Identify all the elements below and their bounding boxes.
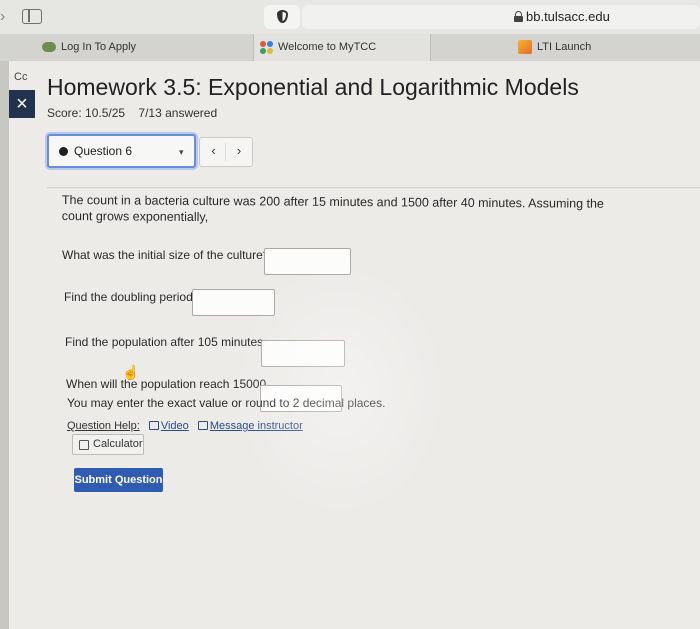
course-label-fragment: Cc xyxy=(14,71,28,83)
tab-log-in-to-apply[interactable]: Log In To Apply xyxy=(40,34,250,61)
mail-icon xyxy=(197,421,208,430)
browser-toolbar: › bb.tulsacc.edu xyxy=(0,0,700,34)
privacy-shield-button[interactable] xyxy=(264,5,300,29)
question-reach-15000: When will the population reach 15000. xyxy=(66,377,270,391)
left-edge-strip xyxy=(0,61,9,629)
tab-label: Log In To Apply xyxy=(61,41,137,53)
tab-label: Welcome to MyTCC xyxy=(278,41,377,53)
question-population-105: Find the population after 105 minutes. xyxy=(65,335,267,349)
chevron-down-icon: ▾ xyxy=(179,147,184,157)
score-text: Score: 10.5/25 xyxy=(47,106,126,120)
tcc-logo-icon xyxy=(42,42,56,53)
lock-icon xyxy=(514,11,523,22)
rounding-note: You may enter the exact value or round t… xyxy=(67,396,386,410)
back-arrow-icon[interactable]: › xyxy=(0,8,5,26)
question-initial-size: What was the initial size of the culture… xyxy=(62,248,270,262)
population-105-input[interactable] xyxy=(261,340,345,367)
status-dot-icon xyxy=(59,147,68,156)
question-select-label: Question 6 xyxy=(74,144,133,158)
answered-count: 7/13 answered xyxy=(138,106,218,120)
video-link[interactable]: Video xyxy=(161,420,189,432)
section-divider xyxy=(47,187,700,188)
question-select[interactable]: Question 6 ▾ xyxy=(47,134,196,168)
sidebar-toggle-icon[interactable] xyxy=(22,9,42,24)
next-question-button[interactable]: › xyxy=(227,143,251,161)
message-instructor-link[interactable]: Message instructor xyxy=(210,420,303,432)
question-doubling-period: Find the doubling period. xyxy=(64,290,197,304)
tab-label: LTI Launch xyxy=(537,41,592,53)
question-help-label: Question Help: xyxy=(67,420,140,432)
score-summary: Score: 10.5/25 7/13 answered xyxy=(47,106,227,120)
url-text: bb.tulsacc.edu xyxy=(526,9,610,24)
tab-lti-launch[interactable]: LTI Launch xyxy=(432,34,700,61)
page-title: Homework 3.5: Exponential and Logarithmi… xyxy=(47,74,579,100)
initial-size-input[interactable] xyxy=(264,248,351,275)
video-icon xyxy=(148,421,159,430)
close-button[interactable]: × xyxy=(9,90,35,118)
calculator-label: Calculator xyxy=(93,438,143,450)
shield-icon xyxy=(276,10,288,23)
calculator-icon xyxy=(79,440,89,450)
calculator-button[interactable]: Calculator xyxy=(72,434,144,455)
doubling-period-input[interactable] xyxy=(192,289,275,316)
mytcc-logo-icon xyxy=(260,40,273,54)
lti-logo-icon xyxy=(518,40,532,55)
tab-bar: Log In To Apply Welcome to MyTCC LTI Lau… xyxy=(0,34,700,61)
previous-question-button[interactable]: ‹ xyxy=(202,143,226,161)
address-bar[interactable]: bb.tulsacc.edu xyxy=(302,5,700,29)
question-help: Question Help: Video Message instructor xyxy=(67,420,309,432)
submit-question-button[interactable]: Submit Question xyxy=(74,468,163,492)
problem-statement: The count in a bacteria culture was 200 … xyxy=(61,192,604,225)
tab-welcome-to-mytcc[interactable]: Welcome to MyTCC xyxy=(253,34,431,61)
hand-cursor-icon: ☝ xyxy=(122,364,140,380)
question-pager: ‹ › xyxy=(199,137,253,167)
